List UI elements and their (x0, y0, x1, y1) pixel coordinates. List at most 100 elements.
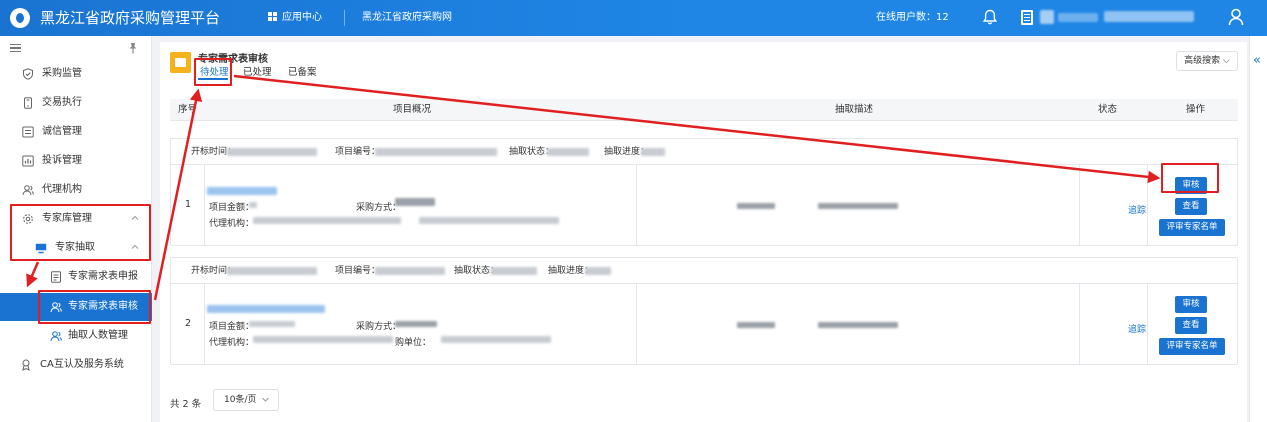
tab-processed[interactable]: 已处理 (243, 64, 272, 78)
online-users-label: 在线用户数： (876, 12, 936, 23)
column-header-status: 状态 (1098, 104, 1118, 115)
chevron-down-icon: ⌵ (1223, 56, 1230, 66)
phone-icon (24, 97, 32, 109)
redacted-value (547, 148, 589, 156)
tab-filed[interactable]: 已备案 (288, 64, 317, 78)
track-link[interactable]: 追踪 (1128, 203, 1146, 216)
row-index: 2 (185, 318, 192, 329)
redacted-value (249, 321, 295, 327)
list-icon (22, 126, 34, 138)
sidebar-item-expert-library[interactable]: 专家库管理 (0, 206, 152, 232)
project-no-label: 项目编号： (335, 147, 381, 157)
sidebar-item-procurement-supervision[interactable]: 采购监管 (0, 61, 152, 87)
redacted-value (227, 267, 317, 275)
page-size-value: 10条/页 (224, 395, 257, 405)
orgname-redacted (1104, 11, 1194, 22)
panel-collapse-handle[interactable]: « (1249, 36, 1267, 422)
redacted-value (818, 203, 898, 209)
site-link[interactable]: 黑龙江省政府采购网 (362, 11, 452, 25)
row-group-header: 开标时间： 项目编号： 抽取状态： 抽取进度： (171, 139, 1237, 165)
sidebar-item-expert-demand-apply[interactable]: 专家需求表申报 (0, 264, 152, 290)
pagination-total: 共 2 条 (170, 399, 202, 410)
sidebar-item-label: 代理机构 (42, 184, 82, 195)
page-size-select[interactable]: 10条/页 (213, 389, 279, 411)
app-title: 黑龙江省政府采购管理平台 (40, 9, 221, 27)
redacted-value (641, 148, 665, 156)
row-group-header: 开标时间： 项目编号： 抽取状态： 抽取进度： (171, 258, 1237, 284)
sidebar-item-agency[interactable]: 代理机构 (0, 177, 152, 203)
advanced-search-label: 高级搜索 (1184, 56, 1221, 66)
apps-grid-icon (268, 12, 277, 21)
redacted-value (737, 203, 775, 209)
cell-divider (636, 284, 637, 364)
sidebar-item-expert-extraction[interactable]: 专家抽取 (0, 235, 152, 261)
people-icon (50, 302, 62, 313)
column-header-extraction: 抽取描述 (835, 104, 874, 115)
sidebar-item-label: 交易执行 (42, 97, 82, 108)
review-button[interactable]: 审核 (1175, 296, 1207, 313)
cell-divider (1147, 165, 1148, 245)
sidebar-item-complaints[interactable]: 投诉管理 (0, 148, 152, 174)
cell-divider (1147, 284, 1148, 364)
redacted-value (249, 202, 257, 208)
view-button[interactable]: 查看 (1175, 317, 1207, 334)
form-icon (51, 271, 61, 283)
expert-list-button[interactable]: 评审专家名单 (1159, 338, 1225, 355)
track-link[interactable]: 追踪 (1128, 322, 1146, 335)
redacted-value (737, 322, 775, 328)
sidebar-toolbar (0, 36, 152, 60)
active-tab-indicator (198, 78, 228, 80)
sidebar-item-expert-demand-review[interactable]: 专家需求表审核 (0, 293, 152, 321)
row-body: 1 项目金额： 采购方式： 代理机构： 追踪 审核 查看 评审专家名单 (171, 165, 1237, 245)
pin-icon[interactable] (128, 42, 138, 54)
shield-icon (23, 68, 33, 80)
sidebar-item-label: 专家需求表审核 (68, 301, 138, 312)
nav-divider (344, 10, 345, 26)
sidebar-item-extraction-count[interactable]: 抽取人数管理 (0, 323, 152, 349)
people-icon (22, 185, 34, 196)
advanced-search-button[interactable]: 高级搜索 ⌵ (1176, 51, 1238, 71)
sidebar-item-ca-system[interactable]: CA互认及服务系统 (0, 352, 152, 378)
online-users: 在线用户数：12 (876, 11, 949, 25)
sidebar-item-label: 诚信管理 (42, 126, 82, 137)
document-icon[interactable] (1021, 10, 1033, 25)
redacted-value (227, 148, 317, 156)
app-center-link[interactable]: 应用中心 (268, 11, 322, 25)
redacted-value (818, 322, 898, 328)
redacted-value (375, 148, 497, 156)
sidebar-item-label: 专家库管理 (42, 213, 92, 224)
view-button[interactable]: 查看 (1175, 198, 1207, 215)
bell-icon[interactable] (983, 9, 997, 25)
cell-divider (204, 165, 205, 245)
redacted-value (585, 267, 611, 275)
cell-divider (1079, 284, 1080, 364)
project-name-link[interactable] (207, 305, 325, 313)
table-header: 序号 项目概况 抽取描述 状态 操作 (170, 99, 1238, 121)
cell-divider (636, 165, 637, 245)
project-no-label: 项目编号： (335, 266, 381, 276)
double-chevron-left-icon: « (1253, 53, 1261, 68)
top-bar: 黑龙江省政府采购管理平台 应用中心 黑龙江省政府采购网 在线用户数：12 (0, 0, 1267, 36)
menu-toggle-icon[interactable] (10, 44, 21, 52)
ca-icon (22, 359, 30, 371)
expert-list-button[interactable]: 评审专家名单 (1159, 219, 1225, 236)
row-body: 2 项目金额： 采购方式： 代理机构： 购单位： 追踪 审核 查看 评审专家名单 (171, 284, 1237, 364)
username-redacted (1040, 10, 1054, 24)
table-row-group: 开标时间： 项目编号： 抽取状态： 抽取进度： 1 项目金额： 采购方式： 代理… (170, 138, 1238, 246)
chevron-up-icon (131, 215, 139, 220)
sidebar-item-credit[interactable]: 诚信管理 (0, 119, 152, 145)
tab-pending[interactable]: 待处理 (200, 64, 229, 78)
redacted-value (491, 267, 537, 275)
user-icon[interactable] (1228, 8, 1244, 26)
sidebar-item-transaction[interactable]: 交易执行 (0, 90, 152, 116)
cell-divider (204, 284, 205, 364)
sidebar: 采购监管 交易执行 诚信管理 投诉管理 代理机构 专家库管理 专家抽取 专家需求… (0, 36, 152, 422)
amount-label: 项目金额： (209, 322, 255, 332)
logo (10, 8, 30, 28)
review-button[interactable]: 审核 (1175, 177, 1207, 194)
project-name-link[interactable] (207, 187, 277, 195)
redacted-value (395, 321, 437, 327)
agency-label: 代理机构： (209, 219, 255, 229)
chevron-up-icon (131, 244, 139, 249)
sidebar-item-label: 抽取人数管理 (68, 330, 128, 341)
